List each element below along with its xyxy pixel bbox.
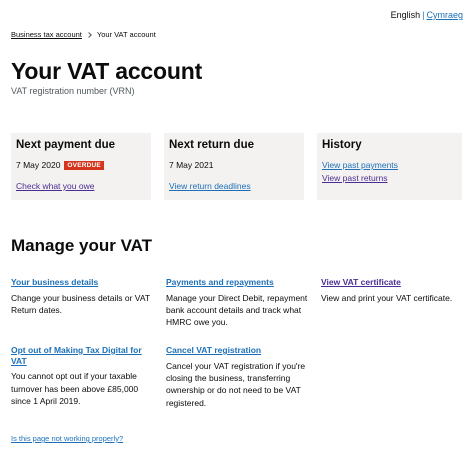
breadcrumb-current: Your VAT account bbox=[96, 30, 156, 39]
page-title: Your VAT account bbox=[11, 58, 203, 84]
vat-certificate-link[interactable]: View VAT certificate bbox=[321, 277, 463, 288]
vrn-label: VAT registration number (VRN) bbox=[11, 86, 135, 96]
opt-out-mtd-link[interactable]: Opt out of Making Tax Digital for VAT bbox=[11, 345, 151, 366]
vat-certificate-desc: View and print your VAT certificate. bbox=[321, 292, 453, 303]
payments-repayments-desc: Manage your Direct Debit, repayment bank… bbox=[166, 292, 308, 328]
history-heading: History bbox=[322, 139, 362, 151]
next-return-date: 7 May 2021 bbox=[169, 160, 214, 170]
opt-out-mtd-tile: Opt out of Making Tax Digital for VAT Yo… bbox=[11, 345, 151, 407]
opt-out-mtd-desc: You cannot opt out if your taxable turno… bbox=[11, 371, 139, 406]
next-payment-card: Next payment due 7 May 2020 OVERDUE Chec… bbox=[11, 133, 151, 200]
next-return-card: Next return due 7 May 2021 View return d… bbox=[164, 133, 304, 200]
next-return-heading: Next return due bbox=[169, 139, 254, 151]
overdue-badge: OVERDUE bbox=[64, 160, 104, 170]
payments-repayments-link[interactable]: Payments and repayments bbox=[166, 277, 311, 288]
cancel-registration-desc: Cancel your VAT registration if you're c… bbox=[166, 360, 306, 408]
payments-repayments-tile: Payments and repayments Manage your Dire… bbox=[166, 277, 311, 329]
manage-vat-heading: Manage your VAT bbox=[11, 236, 153, 255]
cancel-registration-link[interactable]: Cancel VAT registration bbox=[166, 345, 311, 356]
language-english: English bbox=[390, 10, 421, 20]
view-past-returns-link[interactable]: View past returns bbox=[322, 173, 457, 183]
history-card: History View past payments View past ret… bbox=[317, 133, 462, 200]
next-payment-heading: Next payment due bbox=[16, 139, 116, 151]
page-not-working-link[interactable]: Is this page not working properly? bbox=[11, 434, 123, 443]
view-return-deadlines-link[interactable]: View return deadlines bbox=[169, 181, 299, 191]
business-details-tile: Your business details Change your busine… bbox=[11, 277, 156, 316]
check-what-you-owe-link[interactable]: Check what you owe bbox=[16, 181, 146, 191]
vat-certificate-tile: View VAT certificate View and print your… bbox=[321, 277, 463, 304]
next-payment-date: 7 May 2020 bbox=[16, 160, 61, 170]
breadcrumb-business-tax-account[interactable]: Business tax account bbox=[11, 30, 82, 39]
chevron-right-icon bbox=[86, 31, 92, 38]
business-details-link[interactable]: Your business details bbox=[11, 277, 156, 288]
breadcrumb: Business tax account Your VAT account bbox=[11, 30, 156, 39]
language-switcher: English | Cymraeg bbox=[391, 10, 463, 20]
language-welsh-link[interactable]: Cymraeg bbox=[426, 10, 463, 20]
business-details-desc: Change your business details or VAT Retu… bbox=[11, 292, 150, 315]
view-past-payments-link[interactable]: View past payments bbox=[322, 160, 457, 170]
cancel-registration-tile: Cancel VAT registration Cancel your VAT … bbox=[166, 345, 311, 409]
